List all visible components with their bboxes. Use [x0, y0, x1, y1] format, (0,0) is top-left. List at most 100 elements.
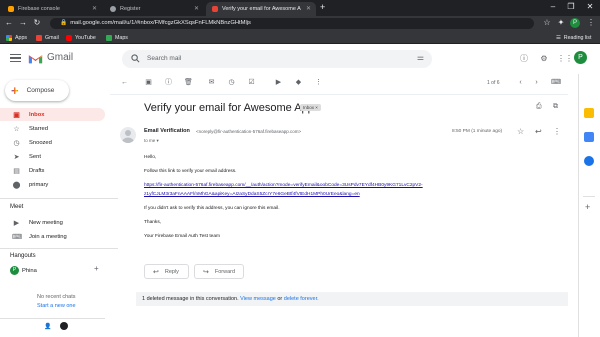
print-icon[interactable]: ⎙: [536, 103, 542, 111]
keep-icon[interactable]: [584, 108, 594, 118]
mark-unread-icon[interactable]: ✉: [207, 78, 216, 87]
close-icon[interactable]: ✕: [92, 5, 97, 12]
meet-section-title: Meet: [10, 204, 24, 210]
draft-icon: ▤: [13, 167, 20, 175]
open-new-window-icon[interactable]: ⧉: [553, 103, 558, 111]
verify-link-line1[interactable]: https://fir-authentication-576af.firebas…: [144, 183, 423, 188]
profile-avatar[interactable]: P: [570, 18, 580, 28]
gmail-icon: [36, 34, 42, 41]
sidebar-item-inbox[interactable]: ▣ Inbox: [0, 108, 105, 121]
menu-icon[interactable]: ⋮: [586, 18, 596, 28]
bookmark-maps[interactable]: Maps: [106, 33, 128, 42]
report-spam-icon[interactable]: ⓘ: [164, 78, 173, 87]
pagination-count: 1 of 6: [487, 80, 500, 86]
snooze-icon[interactable]: ◷: [227, 78, 236, 87]
reply-label: Reply: [164, 268, 179, 275]
apps-grid-icon[interactable]: ⋮⋮: [557, 54, 573, 64]
chat-bubble-icon[interactable]: [60, 322, 68, 330]
sidebar-item-sent[interactable]: ➤ Sent: [0, 150, 105, 163]
url-field[interactable]: 🔒 mail.google.com/mail/u/1/#inbox/FMfcgzG…: [50, 18, 534, 29]
reply-icon: ↩: [153, 268, 159, 276]
bookmark-youtube[interactable]: YouTube: [66, 33, 96, 42]
recipient-details[interactable]: to me ▾: [144, 138, 159, 144]
help-icon[interactable]: ⓘ: [519, 54, 529, 64]
newer-icon[interactable]: ‹: [516, 78, 525, 87]
sender-avatar: [120, 127, 136, 143]
globe-icon: [110, 6, 116, 12]
close-icon[interactable]: ✕: [194, 5, 199, 12]
view-message-link[interactable]: View message: [240, 296, 276, 302]
sidebar-divider: [0, 318, 105, 319]
bookmark-gmail[interactable]: Gmail: [36, 33, 59, 42]
bookmark-label: Gmail: [45, 34, 59, 41]
reply-icon[interactable]: ↩: [535, 127, 542, 136]
maximize-icon[interactable]: ❐: [564, 0, 578, 14]
search-bar[interactable]: Search mail ⚌: [122, 50, 432, 68]
new-tab-button[interactable]: +: [320, 2, 325, 12]
sidebar-item-label: Snoozed: [29, 139, 52, 146]
join-meeting-button[interactable]: ⌨ Join a meeting: [0, 230, 105, 243]
keyboard-icon: ⌨: [12, 233, 23, 241]
reload-icon[interactable]: ↻: [32, 18, 42, 28]
back-to-inbox-icon[interactable]: ←: [120, 78, 129, 87]
deleted-or: or: [275, 296, 284, 302]
search-options-icon[interactable]: ⚌: [417, 53, 424, 62]
extensions-icon[interactable]: ✦: [556, 18, 566, 28]
search-input[interactable]: Search mail: [147, 55, 181, 62]
star-icon[interactable]: ☆: [517, 127, 524, 136]
window-close-icon[interactable]: ✕: [583, 0, 597, 14]
add-to-tasks-icon[interactable]: ☑: [247, 78, 256, 87]
apps-icon: [6, 34, 12, 41]
gmail-logo-text: Gmail: [47, 52, 74, 63]
tasks-icon[interactable]: [584, 132, 594, 142]
send-icon: ➤: [13, 153, 20, 161]
bookmark-apps[interactable]: Apps: [6, 33, 27, 42]
star-bookmark-icon[interactable]: ☆: [542, 18, 552, 28]
sidebar-item-primary[interactable]: ⬤ primary: [0, 178, 105, 191]
verify-link-line2[interactable]: z1yfCJLM3r3aFnAAAFl/nMhGA&apiKey=AIzaSyD…: [144, 192, 360, 197]
new-meeting-button[interactable]: ▶ New meeting: [0, 216, 105, 229]
signature-text: Your Firebase Email Auth Test team: [144, 234, 220, 239]
browser-tab-register[interactable]: Register ✕: [104, 2, 204, 16]
search-icon[interactable]: [131, 54, 140, 63]
browser-tab-firebase[interactable]: Firebase console ✕: [2, 2, 102, 16]
back-icon[interactable]: ←: [4, 18, 14, 28]
close-icon[interactable]: ✕: [306, 5, 311, 12]
delete-forever-link[interactable]: delete forever.: [284, 296, 319, 302]
hangouts-user[interactable]: P Phina: [0, 264, 105, 277]
contacts-icon[interactable]: [584, 156, 594, 166]
move-to-icon[interactable]: ▶: [274, 78, 283, 87]
gmail-header: Gmail Search mail ⚌ ⓘ ⚙ ⋮⋮: [0, 44, 600, 74]
add-chat-icon[interactable]: +: [94, 264, 99, 273]
minimize-icon[interactable]: –: [546, 0, 560, 14]
input-tools-icon[interactable]: ⌨: [551, 78, 561, 87]
deleted-message-notice: 1 deleted message in this conversation. …: [136, 292, 568, 306]
add-addon-icon[interactable]: +: [585, 202, 590, 212]
settings-gear-icon[interactable]: ⚙: [539, 54, 549, 64]
main-menu-icon[interactable]: [10, 52, 21, 63]
forward-button[interactable]: ↪ Forward: [194, 264, 244, 279]
bookmark-label: YouTube: [75, 34, 96, 41]
message-subject: Verify your email for Awesome App: [144, 102, 314, 114]
person-icon[interactable]: 👤: [44, 323, 51, 330]
labels-icon[interactable]: ◆: [294, 78, 303, 87]
start-new-chat-link[interactable]: Start a new one: [37, 303, 76, 309]
more-icon[interactable]: ⋮: [553, 127, 561, 136]
sidebar-item-starred[interactable]: ☆ Starred: [0, 122, 105, 135]
reply-button[interactable]: ↩ Reply: [144, 264, 189, 279]
inbox-label-badge[interactable]: Inbox ×: [300, 104, 321, 111]
browser-tab-verify[interactable]: Verify your email for Awesome A ✕: [206, 2, 316, 16]
sidebar-item-drafts[interactable]: ▤ Drafts: [0, 164, 105, 177]
instruction-text: Follow this link to verify your email ad…: [144, 169, 237, 174]
account-avatar[interactable]: P: [574, 51, 587, 64]
archive-icon[interactable]: ▣: [144, 78, 153, 87]
forward-icon[interactable]: →: [18, 18, 28, 28]
delete-icon[interactable]: 🗑: [184, 78, 193, 87]
compose-button[interactable]: + Compose: [5, 80, 69, 101]
reading-list[interactable]: ☰ Reading list: [556, 33, 591, 42]
reading-list-icon: ☰: [556, 34, 561, 41]
sidebar-item-snoozed[interactable]: ◷ Snoozed: [0, 136, 105, 149]
side-panel-rail: +: [578, 74, 600, 337]
older-icon[interactable]: ›: [532, 78, 541, 87]
more-options-icon[interactable]: ⋮: [314, 78, 323, 87]
